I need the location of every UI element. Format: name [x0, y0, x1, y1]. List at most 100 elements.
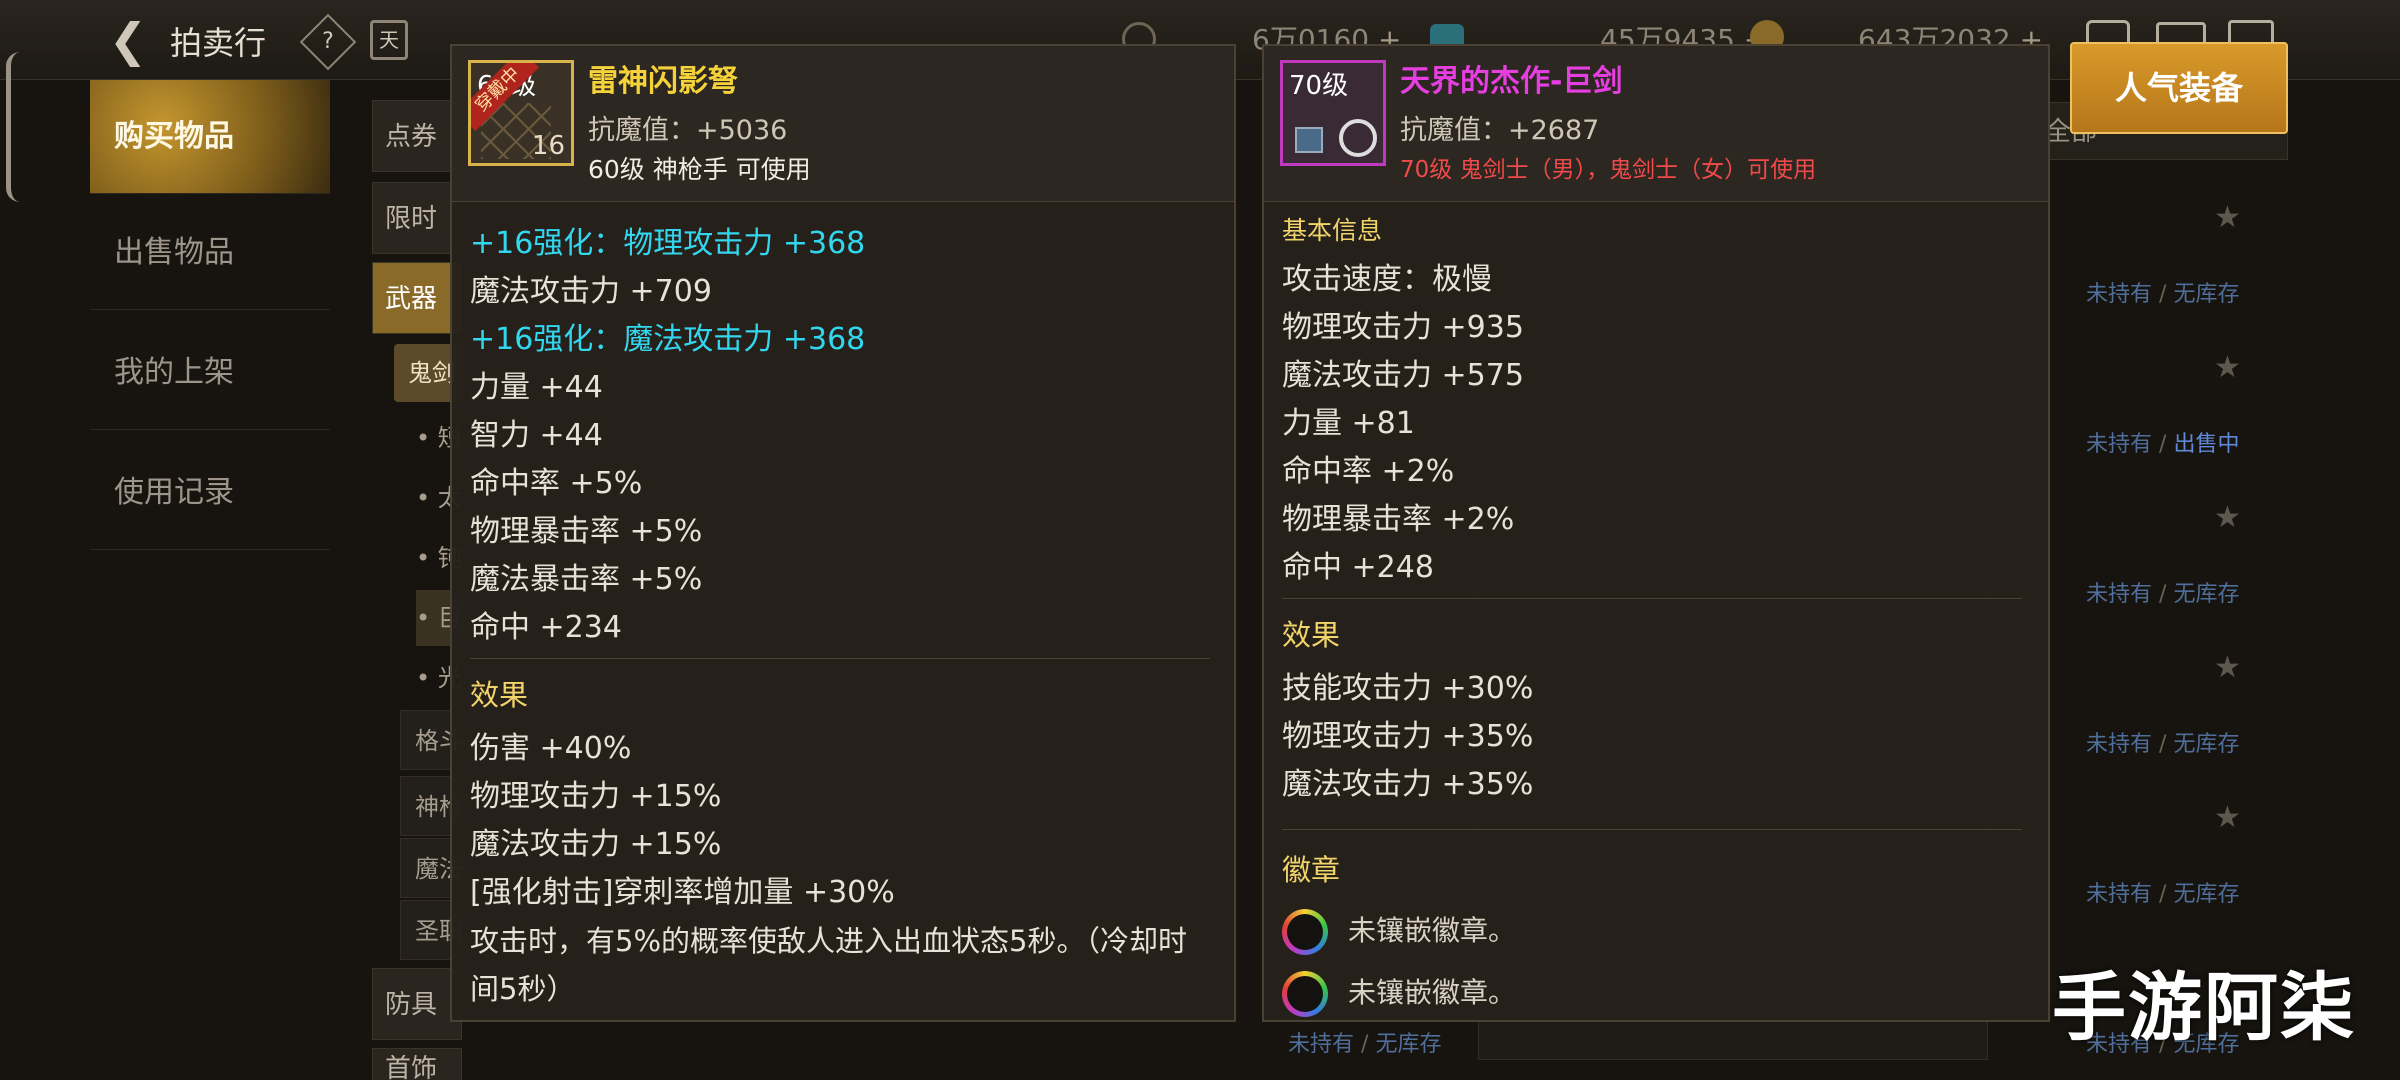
stat-line: 攻击速度：极慢 — [1282, 262, 1492, 297]
crossbow-item-icon: 60级 穿戴中 16 — [468, 60, 574, 166]
unusable-icon — [1339, 119, 1377, 157]
item-requirement: 60级 神枪手 可使用 — [588, 155, 811, 184]
not-owned-text: 未持有 — [2086, 282, 2153, 307]
status-separator: / — [2159, 732, 2167, 757]
tooltip-header: 60级 穿戴中 16 雷神闪影弩 抗魔值：+5036 60级 神枪手 可使用 — [452, 46, 1234, 202]
favorite-star-icon[interactable]: ★ — [2214, 800, 2241, 835]
effect-title: 效果 — [470, 678, 529, 712]
category-coupon[interactable]: 点券 — [372, 100, 462, 172]
magic-resist: 抗魔值：+2687 — [1400, 115, 1600, 146]
not-owned-text: 未持有 — [1288, 1032, 1355, 1057]
item-tooltip-left: 60级 穿戴中 16 雷神闪影弩 抗魔值：+5036 60级 神枪手 可使用 +… — [450, 44, 1236, 1022]
on-sale-text: 出售中 — [2173, 432, 2240, 457]
effect-line: [强化射击]穿刺率增加量 +30% — [470, 875, 895, 910]
stat-line: 魔法攻击力 +709 — [470, 274, 712, 309]
watermark-text: 手游阿柒 — [2052, 965, 2356, 1051]
effect-line: 魔法攻击力 +15% — [470, 827, 722, 862]
category-accessory[interactable]: 首饰 — [372, 1048, 462, 1080]
not-owned-text: 未持有 — [2086, 882, 2153, 907]
status-separator: / — [2159, 282, 2167, 307]
emblem-slot: 未镶嵌徽章。 — [1282, 900, 2022, 962]
favorite-star-icon[interactable]: ★ — [2214, 350, 2241, 385]
favorite-star-icon[interactable]: ★ — [2214, 650, 2241, 685]
menu-usage-log[interactable]: 使用记录 — [90, 436, 330, 550]
effect-line: 伤害 +40% — [470, 731, 632, 766]
category-limited[interactable]: 限时 — [372, 182, 462, 254]
listing-status: 未持有 / 无库存 — [2086, 276, 2239, 308]
listing-status: 未持有 / 出售中 — [2086, 426, 2239, 458]
listing-status: 未持有 / 无库存 — [1288, 1026, 1441, 1058]
menu-my-listings[interactable]: 我的上架 — [90, 316, 330, 430]
back-arrow-icon[interactable]: ❮ — [100, 14, 156, 66]
magic-resist: 抗魔值：+5036 — [588, 115, 788, 146]
no-stock-text: 无库存 — [2173, 282, 2240, 307]
stat-line: 智力 +44 — [470, 418, 603, 453]
no-stock-text: 无库存 — [1375, 1032, 1442, 1057]
page-title: 拍卖行 — [170, 24, 267, 62]
emblem-slot: 未镶嵌徽章。 — [1282, 962, 2022, 1024]
status-separator: / — [2159, 582, 2167, 607]
stat-line: 命中率 +5% — [470, 466, 643, 501]
stat-list: 基本信息 攻击速度：极慢 物理攻击力 +935 魔法攻击力 +575 力量 +8… — [1282, 206, 2022, 1024]
enhance-level: 16 — [531, 131, 565, 161]
status-separator: / — [2159, 882, 2167, 907]
emblem-slot-text: 未镶嵌徽章。 — [1348, 914, 1517, 947]
effect-line: 魔法攻击力 +35% — [1282, 767, 1534, 802]
effect-line: 物理攻击力 +35% — [1282, 719, 1534, 754]
menu-buy-items[interactable]: 购买物品 — [90, 80, 330, 194]
stat-line: 命中 +234 — [470, 610, 622, 645]
help-symbol: ? — [322, 29, 334, 54]
stat-line: 物理暴击率 +5% — [470, 514, 703, 549]
status-separator: / — [1361, 1032, 1369, 1057]
not-owned-text: 未持有 — [2086, 582, 2153, 607]
favorite-star-icon[interactable]: ★ — [2214, 500, 2241, 535]
effect-line: 物理攻击力 +15% — [470, 779, 722, 814]
stat-line: 力量 +44 — [470, 370, 603, 405]
no-stock-text: 无库存 — [2173, 582, 2240, 607]
stat-list: +16强化：物理攻击力 +368 魔法攻击力 +709 +16强化：魔法攻击力 … — [470, 220, 1210, 1013]
no-stock-text: 无库存 — [2173, 882, 2240, 907]
popular-equipment-button[interactable]: 人气装备 — [2070, 42, 2288, 134]
stat-line: 命中率 +2% — [1282, 454, 1455, 489]
emblem-slot-icon — [1282, 971, 1328, 1017]
basic-info-title: 基本信息 — [1282, 216, 1383, 245]
edge-handle[interactable] — [6, 52, 20, 202]
item-name: 天界的杰作-巨剑 — [1400, 64, 1623, 99]
stat-line: +16强化：物理攻击力 +368 — [470, 226, 866, 261]
effect-line: 技能攻击力 +30% — [1282, 671, 1534, 706]
not-owned-text: 未持有 — [2086, 432, 2153, 457]
emblem-title: 徽章 — [1282, 853, 1341, 887]
listing-status: 未持有 / 无库存 — [2086, 726, 2239, 758]
divider — [470, 658, 1210, 659]
stat-line: +16强化：魔法攻击力 +368 — [470, 322, 866, 357]
category-armor[interactable]: 防具 — [372, 968, 462, 1040]
no-stock-text: 无库存 — [2173, 732, 2240, 757]
category-weapon[interactable]: 武器 — [372, 262, 462, 334]
effect-title: 效果 — [1282, 618, 1341, 652]
stat-line: 魔法暴击率 +5% — [470, 562, 703, 597]
class-lock-icon — [1295, 127, 1323, 153]
item-level-badge: 70级 — [1289, 71, 1349, 101]
tooltip-header: 70级 天界的杰作-巨剑 抗魔值：+2687 70级 鬼剑士（男），鬼剑士（女）… — [1264, 46, 2048, 202]
stat-line: 魔法攻击力 +575 — [1282, 358, 1524, 393]
emblem-slot-text: 未镶嵌徽章。 — [1348, 976, 1517, 1009]
effect-note: 攻击时，有5%的概率使敌人进入出血状态5秒。（冷却时间5秒） — [470, 924, 1187, 1006]
not-owned-text: 未持有 — [2086, 732, 2153, 757]
status-separator: / — [2159, 432, 2167, 457]
greatsword-item-icon: 70级 — [1280, 60, 1386, 166]
emblem-slot-icon — [1282, 909, 1328, 955]
stat-line: 力量 +81 — [1282, 406, 1415, 441]
menu-sell-items[interactable]: 出售物品 — [90, 196, 330, 310]
favorite-star-icon[interactable]: ★ — [2214, 200, 2241, 235]
item-name: 雷神闪影弩 — [588, 64, 738, 99]
listing-status: 未持有 / 无库存 — [2086, 876, 2239, 908]
stat-line: 物理攻击力 +935 — [1282, 310, 1524, 345]
stat-line: 命中 +248 — [1282, 550, 1434, 585]
stat-line: 物理暴击率 +2% — [1282, 502, 1515, 537]
item-requirement: 70级 鬼剑士（男），鬼剑士（女）可使用 — [1400, 157, 1817, 183]
item-tooltip-right: 70级 天界的杰作-巨剑 抗魔值：+2687 70级 鬼剑士（男），鬼剑士（女）… — [1262, 44, 2050, 1022]
divider — [1282, 598, 2022, 599]
listing-status: 未持有 / 无库存 — [2086, 576, 2239, 608]
calendar-icon[interactable]: 天 — [370, 20, 408, 60]
divider — [1282, 829, 2022, 830]
